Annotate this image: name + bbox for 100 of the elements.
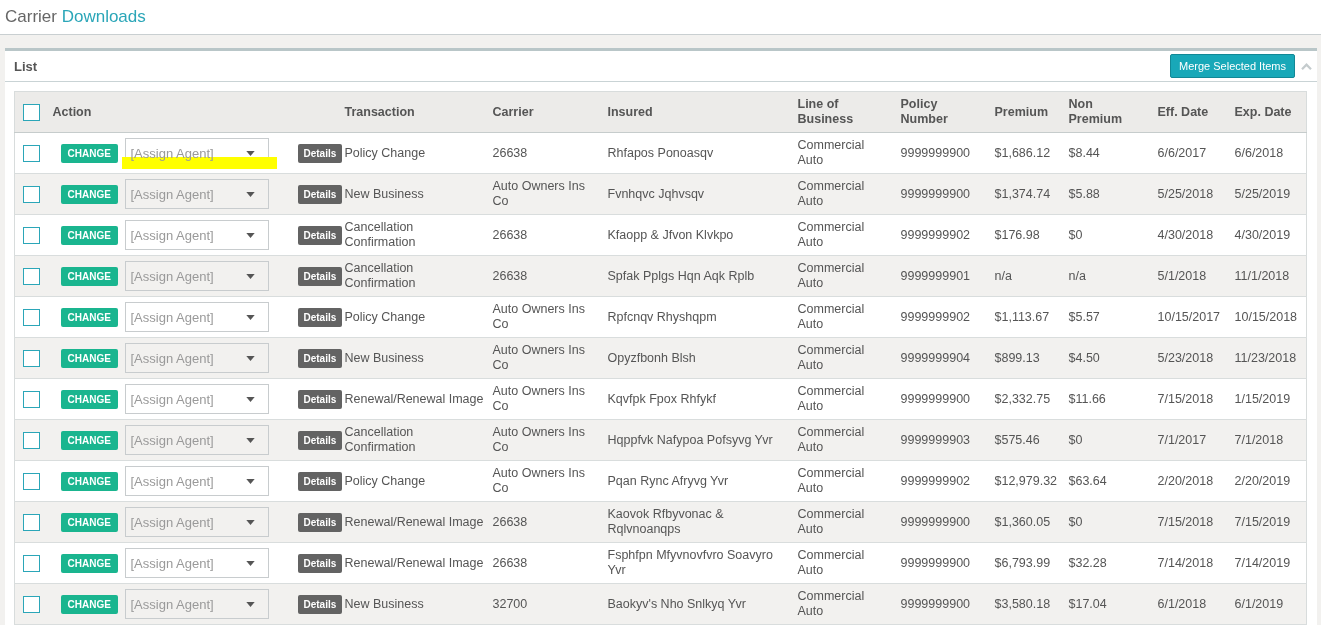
exp-date-cell: 6/1/2019 bbox=[1234, 596, 1284, 611]
policy-number-cell: 9999999900 bbox=[900, 555, 971, 570]
change-button[interactable]: CHANGE bbox=[60, 594, 118, 614]
policy-number-cell: 9999999900 bbox=[900, 391, 971, 406]
line-of-business-cell: Commercial Auto bbox=[797, 138, 865, 167]
details-button[interactable]: Details bbox=[297, 471, 343, 491]
page-title: Carrier Downloads bbox=[5, 7, 146, 27]
collapse-chevron-icon[interactable] bbox=[1300, 61, 1313, 71]
premium-cell: $2,332.75 bbox=[994, 391, 1051, 406]
details-button[interactable]: Details bbox=[297, 307, 343, 327]
non-premium-cell: $0 bbox=[1068, 514, 1083, 529]
non-premium-cell: $8.44 bbox=[1068, 145, 1100, 160]
assign-agent-dropdown[interactable]: [Assign Agent] bbox=[124, 589, 269, 619]
change-button[interactable]: CHANGE bbox=[60, 143, 118, 163]
carrier-cell: 32700 bbox=[492, 596, 528, 611]
assign-agent-dropdown[interactable]: [Assign Agent] bbox=[124, 384, 269, 414]
details-button[interactable]: Details bbox=[297, 430, 343, 450]
row-checkbox[interactable] bbox=[23, 185, 40, 203]
non-premium-cell: $0 bbox=[1068, 432, 1083, 447]
eff-date-cell: 7/1/2017 bbox=[1157, 432, 1207, 447]
details-button[interactable]: Details bbox=[297, 594, 343, 614]
line-of-business-cell: Commercial Auto bbox=[797, 589, 865, 618]
premium-cell: $1,113.67 bbox=[994, 309, 1050, 324]
transaction-cell: Cancellation Confirmation bbox=[344, 261, 416, 290]
assign-agent-dropdown[interactable]: [Assign Agent] bbox=[124, 466, 269, 496]
policy-number-cell: 9999999900 bbox=[900, 596, 971, 611]
assign-agent-dropdown[interactable]: [Assign Agent] bbox=[124, 425, 269, 455]
merge-selected-button[interactable]: Merge Selected Items bbox=[1170, 54, 1295, 78]
insured-cell: Fvnhqvc Jqhvsqv bbox=[607, 186, 705, 201]
exp-date-cell: 4/30/2019 bbox=[1234, 227, 1291, 242]
policy-number-cell: 9999999900 bbox=[900, 145, 971, 160]
caret-icon bbox=[245, 601, 255, 607]
caret-icon bbox=[245, 396, 255, 402]
change-button[interactable]: CHANGE bbox=[60, 512, 118, 532]
assign-agent-dropdown[interactable]: [Assign Agent] bbox=[124, 548, 269, 578]
non-premium-cell: $63.64 bbox=[1068, 473, 1107, 488]
assign-agent-dropdown[interactable]: [Assign Agent] bbox=[124, 343, 269, 373]
row-checkbox[interactable] bbox=[23, 308, 40, 326]
line-of-business-cell: Commercial Auto bbox=[797, 384, 865, 413]
non-premium-cell: $5.88 bbox=[1068, 186, 1100, 201]
row-checkbox[interactable] bbox=[23, 513, 40, 531]
transaction-cell: Renewal/Renewal Image bbox=[344, 514, 484, 529]
details-button[interactable]: Details bbox=[297, 143, 343, 163]
details-button[interactable]: Details bbox=[297, 225, 343, 245]
exp-date-cell: 11/23/2018 bbox=[1234, 350, 1297, 365]
row-checkbox[interactable] bbox=[23, 267, 40, 285]
change-button[interactable]: CHANGE bbox=[60, 307, 118, 327]
assign-agent-dropdown[interactable]: [Assign Agent] bbox=[124, 220, 269, 250]
exp-date-cell: 11/1/2018 bbox=[1234, 268, 1290, 283]
details-button[interactable]: Details bbox=[297, 512, 343, 532]
exp-date-cell: 7/15/2019 bbox=[1234, 514, 1291, 529]
line-of-business-cell: Commercial Auto bbox=[797, 343, 865, 372]
carrier-cell: Auto Owners Ins Co bbox=[492, 384, 585, 413]
eff-date-cell: 6/6/2017 bbox=[1157, 145, 1207, 160]
assign-agent-dropdown[interactable]: [Assign Agent] bbox=[124, 302, 269, 332]
insured-cell: Fsphfpn Mfyvnovfvro Soavyro Yvr bbox=[607, 548, 773, 577]
carrier-cell: Auto Owners Ins Co bbox=[492, 425, 585, 454]
eff-date-cell: 7/14/2018 bbox=[1157, 555, 1214, 570]
details-button[interactable]: Details bbox=[297, 389, 343, 409]
assign-agent-dropdown[interactable]: [Assign Agent] bbox=[124, 507, 269, 537]
row-checkbox[interactable] bbox=[23, 226, 40, 244]
insured-cell: Rhfapos Ponoasqv bbox=[607, 145, 714, 160]
row-checkbox[interactable] bbox=[23, 554, 40, 572]
line-of-business-cell: Commercial Auto bbox=[797, 261, 865, 290]
row-checkbox[interactable] bbox=[23, 472, 40, 490]
details-button[interactable]: Details bbox=[297, 553, 343, 573]
change-button[interactable]: CHANGE bbox=[60, 348, 118, 368]
policy-number-cell: 9999999901 bbox=[900, 268, 971, 283]
caret-icon bbox=[245, 191, 255, 197]
row-checkbox[interactable] bbox=[23, 595, 40, 613]
non-premium-cell: $11.66 bbox=[1068, 391, 1106, 406]
row-checkbox[interactable] bbox=[23, 144, 40, 162]
non-premium-cell: $4.50 bbox=[1068, 350, 1100, 365]
assign-agent-dropdown[interactable]: [Assign Agent] bbox=[124, 261, 269, 291]
row-checkbox[interactable] bbox=[23, 390, 40, 408]
non-premium-cell: $32.28 bbox=[1068, 555, 1107, 570]
row-checkbox[interactable] bbox=[23, 431, 40, 449]
assign-agent-dropdown[interactable]: [Assign Agent] bbox=[124, 179, 269, 209]
insured-cell: Rpfcnqv Rhyshqpm bbox=[607, 309, 717, 324]
non-premium-cell: $0 bbox=[1068, 227, 1083, 242]
change-button[interactable]: CHANGE bbox=[60, 266, 118, 286]
change-button[interactable]: CHANGE bbox=[60, 430, 118, 450]
transaction-cell: New Business bbox=[344, 186, 424, 201]
caret-icon bbox=[245, 355, 255, 361]
exp-date-cell: 5/25/2019 bbox=[1234, 186, 1291, 201]
insured-cell: Kqvfpk Fpox Rhfykf bbox=[607, 391, 716, 406]
select-all-checkbox[interactable] bbox=[23, 103, 40, 121]
eff-date-cell: 7/15/2018 bbox=[1157, 391, 1214, 406]
details-button[interactable]: Details bbox=[297, 266, 343, 286]
exp-date-cell: 1/15/2019 bbox=[1234, 391, 1291, 406]
change-button[interactable]: CHANGE bbox=[60, 225, 118, 245]
premium-cell: $6,793.99 bbox=[994, 555, 1051, 570]
row-checkbox[interactable] bbox=[23, 349, 40, 367]
change-button[interactable]: CHANGE bbox=[60, 471, 118, 491]
details-button[interactable]: Details bbox=[297, 348, 343, 368]
policy-number-cell: 9999999900 bbox=[900, 186, 971, 201]
change-button[interactable]: CHANGE bbox=[60, 184, 118, 204]
change-button[interactable]: CHANGE bbox=[60, 553, 118, 573]
change-button[interactable]: CHANGE bbox=[60, 389, 118, 409]
details-button[interactable]: Details bbox=[297, 184, 343, 204]
